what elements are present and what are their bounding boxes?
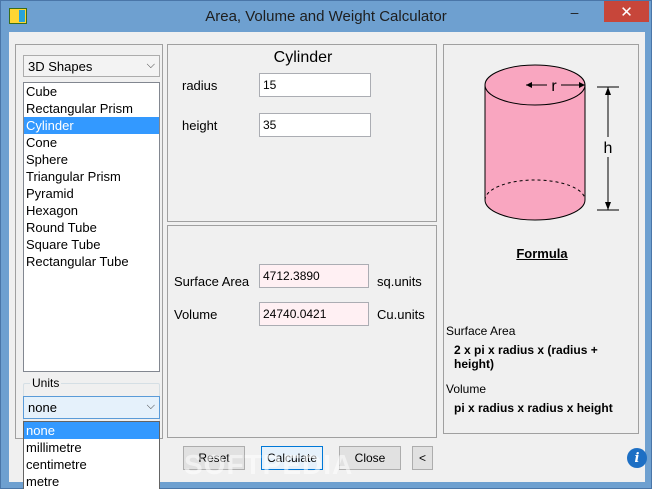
formula-surface-area-label: Surface Area (446, 324, 516, 338)
close-window-button[interactable]: ✕ (604, 1, 649, 22)
formula-panel: r h Formula Surface Area 2 x pi x radius… (443, 44, 639, 434)
radius-symbol: r (551, 78, 557, 95)
units-select[interactable]: none ⌵ (23, 396, 160, 419)
radius-label: radius (182, 78, 218, 93)
shape-list-item[interactable]: Rectangular Tube (24, 253, 159, 270)
shape-list-item[interactable]: Cube (24, 83, 159, 100)
units-legend: Units (30, 376, 62, 390)
shape-title: Cylinder (273, 49, 333, 66)
height-arrow-bottom (605, 202, 611, 210)
units-option[interactable]: none (24, 422, 159, 439)
units-dropdown[interactable]: none millimetre centimetre metre (23, 421, 160, 489)
watermark: SOFTPEDIA (184, 449, 354, 480)
volume-output[interactable]: 24740.0421 (259, 302, 369, 326)
height-symbol: h (604, 140, 613, 157)
formula-heading: Formula (516, 246, 568, 261)
formula-volume: pi x radius x radius x height (454, 401, 613, 415)
units-selected-value: none (28, 400, 57, 415)
units-option[interactable]: millimetre (24, 439, 159, 456)
shape-list-item[interactable]: Rectangular Prism (24, 100, 159, 117)
title-bar[interactable]: Area, Volume and Weight Calculator – ✕ (1, 1, 651, 32)
input-panel: Cylinder radius 15 height 35 (167, 44, 437, 222)
back-button[interactable]: < (412, 446, 433, 470)
shape-list-item[interactable]: Pyramid (24, 185, 159, 202)
shape-list-item[interactable]: Hexagon (24, 202, 159, 219)
shape-list[interactable]: Cube Rectangular Prism Cylinder Cone Sphere T… (23, 82, 160, 372)
surface-area-output[interactable]: 4712.3890 (259, 264, 369, 288)
shape-category-select[interactable]: 3D Shapes ⌵ (23, 55, 160, 77)
shape-list-item[interactable]: Sphere (24, 151, 159, 168)
units-option[interactable]: centimetre (24, 456, 159, 473)
chevron-down-icon: ⌵ (146, 400, 155, 412)
formula-surface-area: 2 x pi x radius x (radius + height) (454, 343, 598, 371)
client-area: 3D Shapes ⌵ Cube Rectangular Prism Cylinde… (9, 32, 647, 489)
shape-list-item[interactable]: Square Tube (24, 236, 159, 253)
height-label: height (182, 118, 218, 133)
height-input[interactable]: 35 (259, 113, 371, 137)
units-option[interactable]: metre (24, 473, 159, 489)
window-title: Area, Volume and Weight Calculator (205, 8, 447, 25)
volume-label: Volume (174, 307, 218, 322)
results-panel: Surface Area 4712.3890 sq.units Volume 2… (167, 225, 437, 438)
minimize-button[interactable]: – (561, 1, 588, 22)
shape-list-item[interactable]: Cylinder (24, 117, 159, 134)
surface-area-label: Surface Area (174, 274, 250, 289)
radius-input[interactable]: 15 (259, 73, 371, 97)
surface-area-unit: sq.units (377, 274, 422, 289)
shape-list-item[interactable]: Cone (24, 134, 159, 151)
shape-category-value: 3D Shapes (28, 58, 93, 74)
info-icon[interactable]: i (627, 448, 647, 468)
volume-unit: Cu.units (377, 307, 425, 322)
height-arrow-top (605, 87, 611, 95)
shape-list-item[interactable]: Triangular Prism (24, 168, 159, 185)
cylinder-diagram: r h (484, 64, 619, 221)
shape-list-item[interactable]: Round Tube (24, 219, 159, 236)
app-window: Area, Volume and Weight Calculator – ✕ 3… (0, 0, 652, 489)
formula-volume-label: Volume (446, 382, 487, 396)
chevron-down-icon: ⌵ (146, 59, 155, 71)
